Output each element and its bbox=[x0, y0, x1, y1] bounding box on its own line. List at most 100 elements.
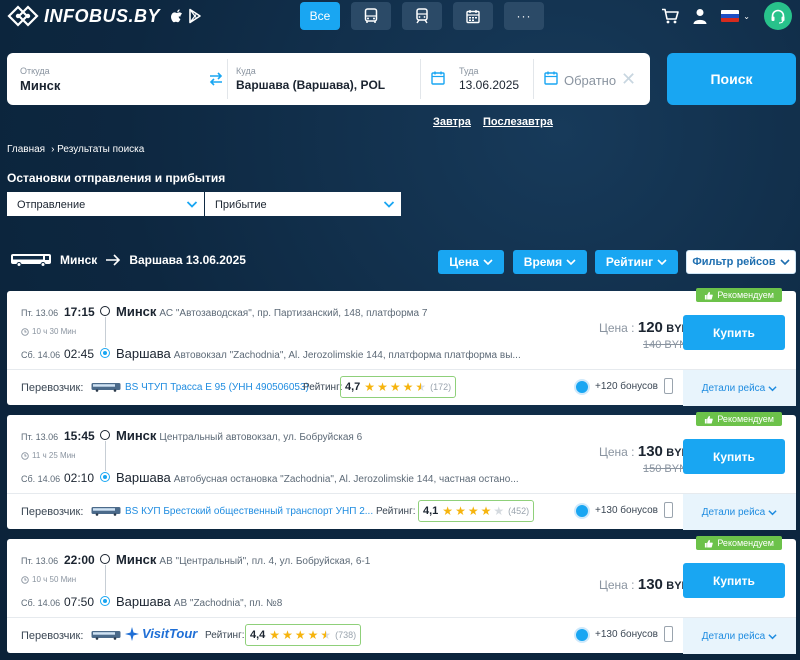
chevron-down-icon bbox=[483, 259, 493, 266]
price-label: Цена : bbox=[599, 445, 635, 459]
breadcrumb-home[interactable]: Главная bbox=[7, 144, 45, 155]
rating-star: ★ bbox=[480, 504, 492, 518]
rating-box[interactable]: 4,4 ★ ★ ★ ★ ★ (738) bbox=[245, 624, 362, 646]
trip-details-button[interactable]: Детали рейса bbox=[683, 618, 796, 654]
trip-duration-value: 11 ч 25 Мин bbox=[32, 451, 76, 460]
calendar-icon bbox=[431, 71, 445, 85]
to-label: Куда bbox=[236, 66, 256, 76]
google-play-icon[interactable] bbox=[188, 8, 202, 24]
depart-label: Туда bbox=[459, 66, 479, 76]
chevron-down-icon bbox=[186, 201, 198, 208]
russia-flag-icon bbox=[721, 10, 740, 22]
departure-date: Пт. 13.06 bbox=[21, 308, 59, 318]
return-placeholder: Обратно bbox=[564, 73, 617, 88]
departure-stop-select[interactable]: Отправление bbox=[7, 192, 204, 216]
chevron-down-icon bbox=[383, 201, 395, 208]
search-button[interactable]: Поиск bbox=[667, 53, 796, 105]
sort-rating-label: Рейтинг bbox=[605, 255, 654, 269]
old-price: 150 BYN bbox=[643, 463, 688, 475]
price-label: Цена : bbox=[599, 321, 635, 335]
rating-box[interactable]: 4,7 ★ ★ ★ ★ ★ (172) bbox=[340, 376, 457, 398]
departure-city: Минск Центральный автовокзал, ул. Бобруйс… bbox=[116, 428, 362, 443]
bus-icon bbox=[91, 507, 121, 516]
trip-details-label: Детали рейса bbox=[701, 506, 766, 518]
bonus-amount: +120 бонусов bbox=[595, 381, 658, 392]
trip-duration: 10 ч 30 Мин bbox=[21, 327, 76, 336]
chevron-down-icon bbox=[566, 259, 576, 266]
tab-events[interactable] bbox=[453, 2, 493, 30]
trip-card: Рекомендуем Пт. 13.06 15:45 Минск Централ… bbox=[7, 412, 796, 530]
trip-card: Рекомендуем Пт. 13.06 22:00 Минск АВ "Цен… bbox=[7, 536, 796, 654]
divider bbox=[533, 59, 534, 99]
carrier-name[interactable]: BS ЧТУП Трасса Е 95 (УНН 490506053) bbox=[125, 382, 309, 393]
clear-return-icon[interactable]: ✕ bbox=[621, 69, 636, 90]
departure-time: 17:15 bbox=[64, 305, 95, 319]
chevron-down-icon bbox=[780, 259, 790, 266]
rating-box[interactable]: 4,1 ★ ★ ★ ★ ★ (452) bbox=[418, 500, 535, 522]
bus-icon bbox=[11, 254, 51, 267]
depart-date-field[interactable]: Туда 13.06.2025 bbox=[427, 53, 532, 105]
to-value: Варшава (Варшава), POL bbox=[236, 78, 386, 92]
user-icon[interactable] bbox=[693, 8, 707, 24]
arrival-point-icon bbox=[100, 348, 110, 358]
sort-time-button[interactable]: Время bbox=[513, 250, 587, 274]
recommended-badge: Рекомендуем bbox=[696, 288, 782, 302]
rating-star: ★ bbox=[402, 380, 414, 394]
depart-value: 13.06.2025 bbox=[459, 78, 520, 92]
apple-store-icon[interactable] bbox=[170, 8, 184, 24]
from-field[interactable]: Откуда Минск bbox=[7, 53, 202, 105]
trip-details-label: Детали рейса bbox=[701, 630, 766, 642]
divider bbox=[420, 59, 421, 99]
logo[interactable]: INFOBUS.BY bbox=[6, 4, 202, 28]
rating-star: ★ bbox=[467, 504, 479, 518]
arrival-point-icon bbox=[100, 472, 110, 482]
trip-details-button[interactable]: Детали рейса bbox=[683, 494, 796, 530]
bus-icon bbox=[364, 8, 378, 23]
rating-star-half: ★ bbox=[415, 380, 427, 394]
tab-bus[interactable] bbox=[351, 2, 391, 30]
departure-point-icon bbox=[100, 306, 110, 316]
tab-more[interactable]: ··· bbox=[504, 2, 544, 30]
departure-date: Пт. 13.06 bbox=[21, 556, 59, 566]
carrier-name[interactable]: BS КУП Брестский общественный транспорт … bbox=[125, 506, 373, 517]
filter-trips-button[interactable]: Фильтр рейсов bbox=[686, 250, 796, 274]
sort-rating-button[interactable]: Рейтинг bbox=[595, 250, 678, 274]
buy-button[interactable]: Купить bbox=[683, 439, 785, 474]
swap-icon[interactable] bbox=[208, 71, 224, 87]
buy-button[interactable]: Купить bbox=[683, 315, 785, 350]
sort-price-button[interactable]: Цена bbox=[438, 250, 504, 274]
recommended-badge: Рекомендуем bbox=[696, 536, 782, 550]
trip-duration: 11 ч 25 Мин bbox=[21, 451, 76, 460]
route-summary: Минск Варшава 13.06.2025 bbox=[10, 253, 246, 267]
carrier-label: Перевозчик: bbox=[21, 382, 84, 394]
trip-details-button[interactable]: Детали рейса bbox=[683, 370, 796, 406]
to-field[interactable]: Куда Варшава (Варшава), POL bbox=[235, 53, 420, 105]
cart-icon[interactable] bbox=[661, 8, 680, 24]
price-value: 130 bbox=[637, 576, 663, 593]
trip-footer: Перевозчик: VisitTour Рейтинг: 4,4 ★ ★ ★ ★ ★… bbox=[7, 617, 796, 654]
recommended-badge: Рекомендуем bbox=[696, 412, 782, 426]
stops-title: Остановки отправления и прибытия bbox=[7, 171, 226, 185]
language-selector[interactable]: ⌄ bbox=[721, 10, 750, 22]
transport-tabs: Все ··· bbox=[300, 2, 544, 30]
route-line bbox=[104, 565, 106, 595]
carrier-name: VisitTour bbox=[142, 626, 198, 641]
arrival-point-icon bbox=[100, 596, 110, 606]
price: Цена : 120 BYN bbox=[599, 319, 689, 336]
buy-button[interactable]: Купить bbox=[683, 563, 785, 598]
arrival-time: 07:50 bbox=[64, 595, 95, 609]
rating-star: ★ bbox=[307, 628, 319, 642]
divider bbox=[227, 59, 228, 99]
tomorrow-link[interactable]: Завтра bbox=[433, 116, 471, 128]
rating-star: ★ bbox=[364, 380, 376, 394]
arrow-right-icon bbox=[106, 254, 121, 266]
tab-train[interactable] bbox=[402, 2, 442, 30]
arrival-time: 02:45 bbox=[64, 347, 95, 361]
rating-label: Рейтинг: bbox=[376, 506, 416, 517]
support-button[interactable] bbox=[764, 2, 792, 30]
carrier-logo[interactable]: VisitTour bbox=[125, 626, 197, 641]
arrival-stop-select[interactable]: Прибытие bbox=[205, 192, 401, 216]
tab-all[interactable]: Все bbox=[300, 2, 340, 30]
trip-footer: Перевозчик: BS КУП Брестский общественны… bbox=[7, 493, 796, 530]
day-after-tomorrow-link[interactable]: Послезавтра bbox=[483, 116, 553, 128]
